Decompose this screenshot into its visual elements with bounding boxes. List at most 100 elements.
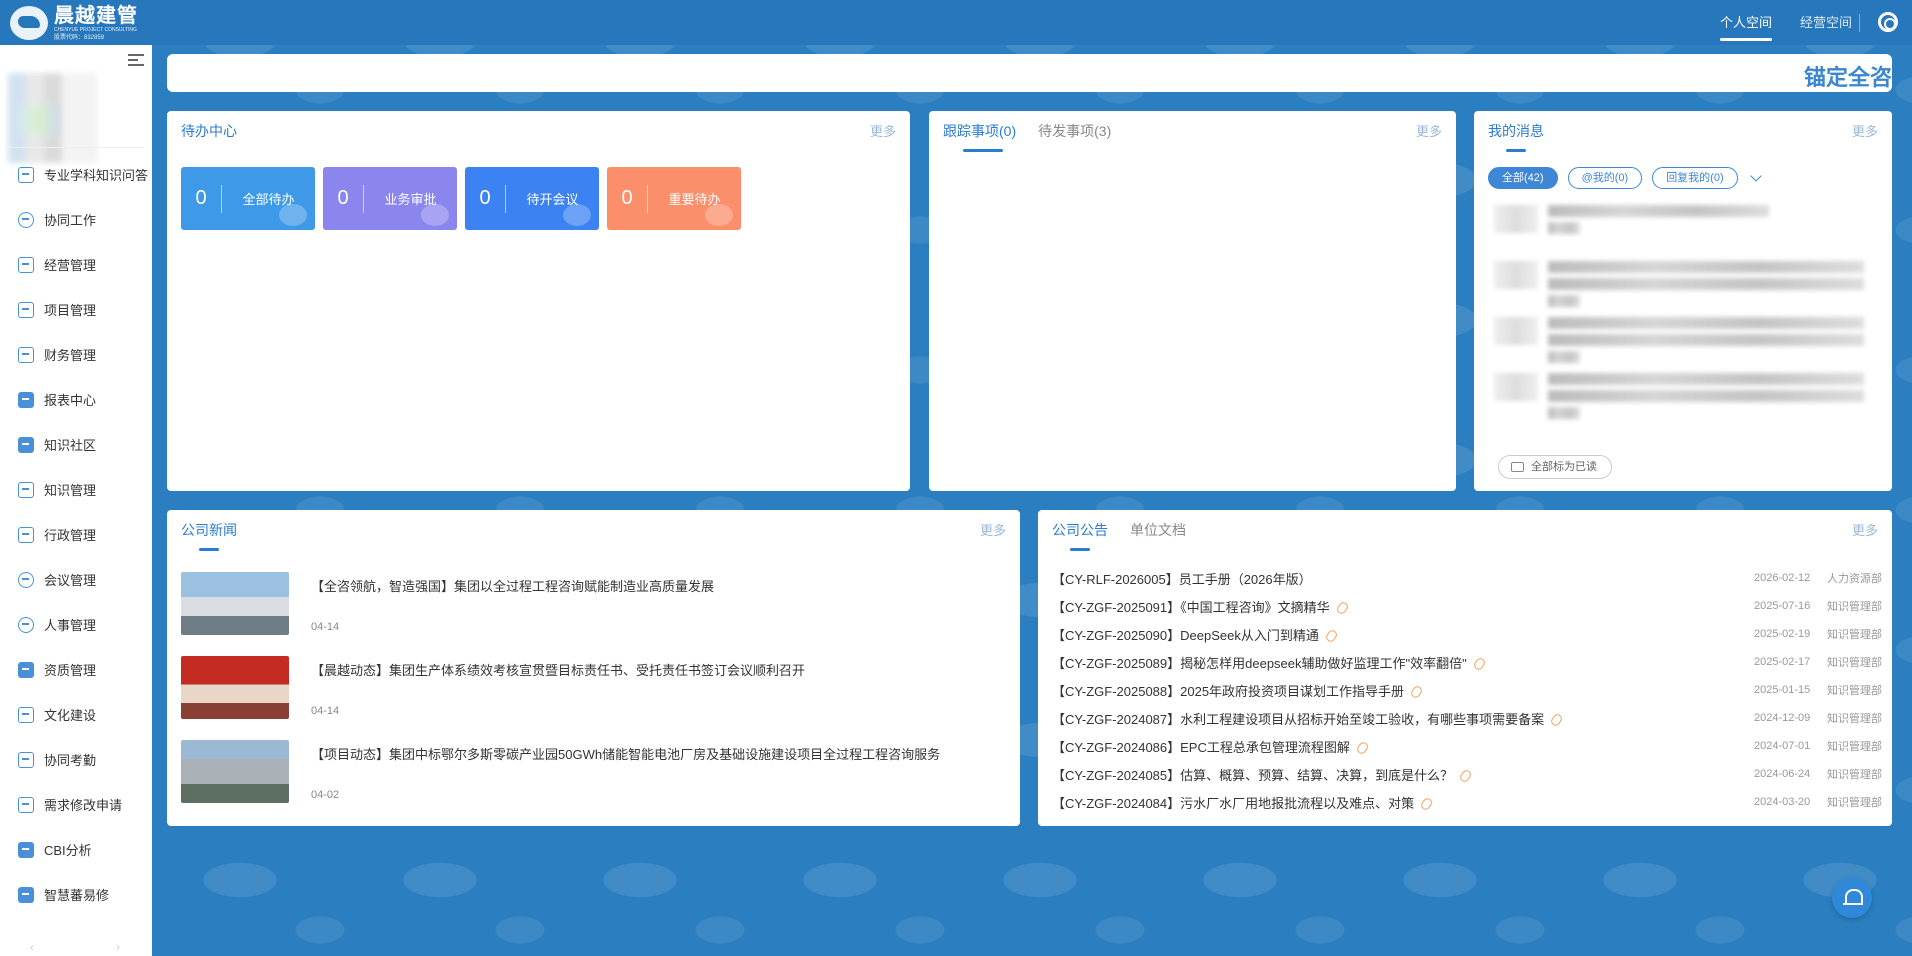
- notice-date: 2025-02-19: [1754, 628, 1811, 640]
- news-item[interactable]: 【晨越动态】集团生产体系绩效考核宣贯暨目标责任书、受托责任书签订会议顺利召开 0…: [181, 656, 1001, 740]
- logo-stock-code: 股票代码：832859: [54, 34, 105, 41]
- notice-title[interactable]: 【CY-ZGF-2025090】DeepSeek从入门到精通: [1052, 625, 1754, 644]
- sidebar-item-admin[interactable]: 行政管理: [0, 512, 152, 557]
- banner-slogan: 锚定全咨: [1803, 65, 1892, 90]
- sidebar-item-attendance[interactable]: 协同考勤: [0, 737, 152, 782]
- filter-mentions[interactable]: @我的(0): [1567, 167, 1643, 189]
- tab-pending-send[interactable]: 待发事项(3): [1038, 121, 1111, 141]
- tab-company-notices[interactable]: 公司公告: [1052, 520, 1108, 540]
- notice-title[interactable]: 【CY-RLF-2026005】员工手册（2026年版）: [1052, 569, 1754, 588]
- sidebar-item-project[interactable]: 项目管理: [0, 287, 152, 332]
- notice-title[interactable]: 【CY-ZGF-2025091】《中国工程咨询》文摘精华: [1052, 597, 1754, 616]
- list-item[interactable]: [1494, 373, 1864, 425]
- more-link[interactable]: 更多: [1852, 121, 1878, 140]
- sidebar-item-culture[interactable]: 文化建设: [0, 692, 152, 737]
- sidebar-item-cbi[interactable]: CBI分析: [0, 827, 152, 872]
- notice-title[interactable]: 【CY-ZGF-2025089】揭秘怎样用deepseek辅助做好监理工作"效率…: [1052, 653, 1754, 672]
- news-title[interactable]: 【项目动态】集团中标鄂尔多斯零碳产业园50GWh储能智能电池厂房及基础设施建设项…: [311, 744, 940, 763]
- globe-icon: [279, 204, 307, 226]
- more-link[interactable]: 更多: [980, 520, 1006, 539]
- tile-all-todo[interactable]: 0 全部待办: [181, 167, 315, 230]
- tile-important-todo[interactable]: 0 重要待办: [607, 167, 741, 230]
- cube-icon: [18, 661, 34, 678]
- document-icon: [421, 204, 449, 226]
- list-item[interactable]: 【CY-ZGF-2024087】水利工程建设项目从招标开始至竣工验收，有哪些事项…: [1052, 704, 1882, 732]
- notice-date: 2024-12-09: [1754, 712, 1811, 724]
- sidebar-item-qualification[interactable]: 资质管理: [0, 647, 152, 692]
- list-item[interactable]: 【CY-ZGF-2024084】污水厂水厂用地报批流程以及难点、对策 2024-0…: [1052, 788, 1882, 816]
- sidebar-item-qa[interactable]: 专业学科知识问答: [0, 152, 152, 197]
- sidebar-item-label: CBI分析: [44, 843, 92, 858]
- collapse-menu-icon[interactable]: [128, 54, 144, 68]
- logo[interactable]: 晨越建管 CHENYUE PROJECT CONSULTING 股票代码：832…: [10, 4, 155, 42]
- file-icon: [18, 841, 34, 858]
- news-title[interactable]: 【晨越动态】集团生产体系绩效考核宣贯暨目标责任书、受托责任书签订会议顺利召开: [311, 660, 805, 679]
- notification-bell-icon[interactable]: [1832, 878, 1872, 918]
- notice-title[interactable]: 【CY-ZGF-2024084】污水厂水厂用地报批流程以及难点、对策: [1052, 793, 1754, 812]
- sidebar-item-business[interactable]: 经营管理: [0, 242, 152, 287]
- sidebar-item-label: 需求修改申请: [44, 798, 123, 813]
- notice-date: 2025-07-16: [1754, 600, 1811, 612]
- news-thumbnail[interactable]: [181, 572, 289, 635]
- more-link[interactable]: 更多: [870, 121, 896, 140]
- notice-date: 2024-03-20: [1754, 796, 1811, 808]
- list-item[interactable]: 【CY-ZGF-2024086】EPC工程总承包管理流程图解 2024-07-01…: [1052, 732, 1882, 760]
- news-thumbnail[interactable]: [181, 740, 289, 803]
- user-icon: [18, 616, 34, 633]
- notice-title[interactable]: 【CY-ZGF-2025088】2025年政府投资项目谋划工作指导手册: [1052, 681, 1754, 700]
- notice-title[interactable]: 【CY-ZGF-2024086】EPC工程总承包管理流程图解: [1052, 737, 1754, 756]
- sidebar-item-hr[interactable]: 人事管理: [0, 602, 152, 647]
- notice-title-text: 【CY-ZGF-2024085】估算、概算、预算、结算、决算，到底是什么？: [1052, 767, 1454, 783]
- tab-unit-documents[interactable]: 单位文档: [1130, 520, 1186, 540]
- list-item[interactable]: [1494, 205, 1864, 257]
- sidebar-item-label: 经营管理: [44, 258, 97, 273]
- paperclip-icon: [1355, 740, 1370, 755]
- logo-title: 晨越建管: [54, 4, 138, 27]
- list-item[interactable]: [1494, 317, 1864, 369]
- chevron-right-icon[interactable]: ›: [116, 940, 120, 954]
- sidebar-item-collaboration[interactable]: 协同工作: [0, 197, 152, 242]
- card-title: 公司新闻: [181, 522, 237, 538]
- list-item[interactable]: 【CY-RLF-2026005】员工手册（2026年版） 2026-02-12 人力…: [1052, 564, 1882, 592]
- sidebar-item-label: 文化建设: [44, 708, 97, 723]
- sidebar-item-meetings[interactable]: 会议管理: [0, 557, 152, 602]
- sidebar-item-finance[interactable]: 财务管理: [0, 332, 152, 377]
- list-item[interactable]: [1494, 261, 1864, 313]
- more-link[interactable]: 更多: [1852, 520, 1878, 539]
- tile-pending-meetings[interactable]: 0 待开会议: [465, 167, 599, 230]
- list-item[interactable]: 【CY-ZGF-2025091】《中国工程咨询》文摘精华 2025-07-16 知识…: [1052, 592, 1882, 620]
- list-item[interactable]: 【CY-ZGF-2024085】估算、概算、预算、结算、决算，到底是什么？ 202…: [1052, 760, 1882, 788]
- mark-all-read-button[interactable]: 全部标为已读: [1498, 455, 1612, 479]
- sidebar-item-label: 资质管理: [44, 663, 97, 678]
- news-thumbnail[interactable]: [181, 656, 289, 719]
- sidebar-item-reports[interactable]: 报表中心: [0, 377, 152, 422]
- divider: [1859, 14, 1860, 32]
- sidebar-item-community[interactable]: 知识社区: [0, 422, 152, 467]
- filter-all[interactable]: 全部(42): [1488, 167, 1558, 189]
- notice-title[interactable]: 【CY-ZGF-2024087】水利工程建设项目从招标开始至竣工验收，有哪些事项…: [1052, 709, 1754, 728]
- list-item[interactable]: 【CY-ZGF-2025089】揭秘怎样用deepseek辅助做好监理工作"效率…: [1052, 648, 1882, 676]
- tab-business-space[interactable]: 经营空间: [1800, 0, 1852, 45]
- sidebar-item-knowledge[interactable]: 知识管理: [0, 467, 152, 512]
- chevron-left-icon[interactable]: ‹: [30, 940, 34, 954]
- tab-personal-space[interactable]: 个人空间: [1719, 0, 1772, 45]
- sidebar-item-smart[interactable]: 智慧蕃易修: [0, 872, 152, 917]
- list-item[interactable]: 【CY-ZGF-2025090】DeepSeek从入门到精通 2025-02-19…: [1052, 620, 1882, 648]
- notice-title[interactable]: 【CY-ZGF-2024085】估算、概算、预算、结算、决算，到底是什么？: [1052, 765, 1754, 784]
- news-title[interactable]: 【全咨领航，智造强国】集团以全过程工程咨询赋能制造业高质量发展: [311, 576, 714, 595]
- news-item[interactable]: 【全咨领航，智造强国】集团以全过程工程咨询赋能制造业高质量发展 04-14: [181, 572, 1001, 656]
- avatar[interactable]: [8, 73, 98, 163]
- tab-tracking[interactable]: 跟踪事项(0): [943, 121, 1016, 141]
- gear-icon[interactable]: [1878, 12, 1898, 32]
- paperclip-icon: [1549, 712, 1564, 727]
- active-tab-indicator: [1070, 548, 1090, 551]
- sidebar-item-change-request[interactable]: 需求修改申请: [0, 782, 152, 827]
- tile-business-approval[interactable]: 0 业务审批: [323, 167, 457, 230]
- list-item[interactable]: 【CY-ZGF-2025088】2025年政府投资项目谋划工作指导手册 2025-…: [1052, 676, 1882, 704]
- message-list: [1494, 205, 1864, 429]
- news-item[interactable]: 【项目动态】集团中标鄂尔多斯零碳产业园50GWh储能智能电池厂房及基础设施建设项…: [181, 740, 1001, 824]
- chevron-down-icon[interactable]: [1749, 170, 1762, 182]
- filter-replies[interactable]: 回复我的(0): [1652, 167, 1738, 189]
- sidebar-scroll-arrows[interactable]: ‹ ›: [30, 940, 120, 954]
- more-link[interactable]: 更多: [1416, 121, 1442, 140]
